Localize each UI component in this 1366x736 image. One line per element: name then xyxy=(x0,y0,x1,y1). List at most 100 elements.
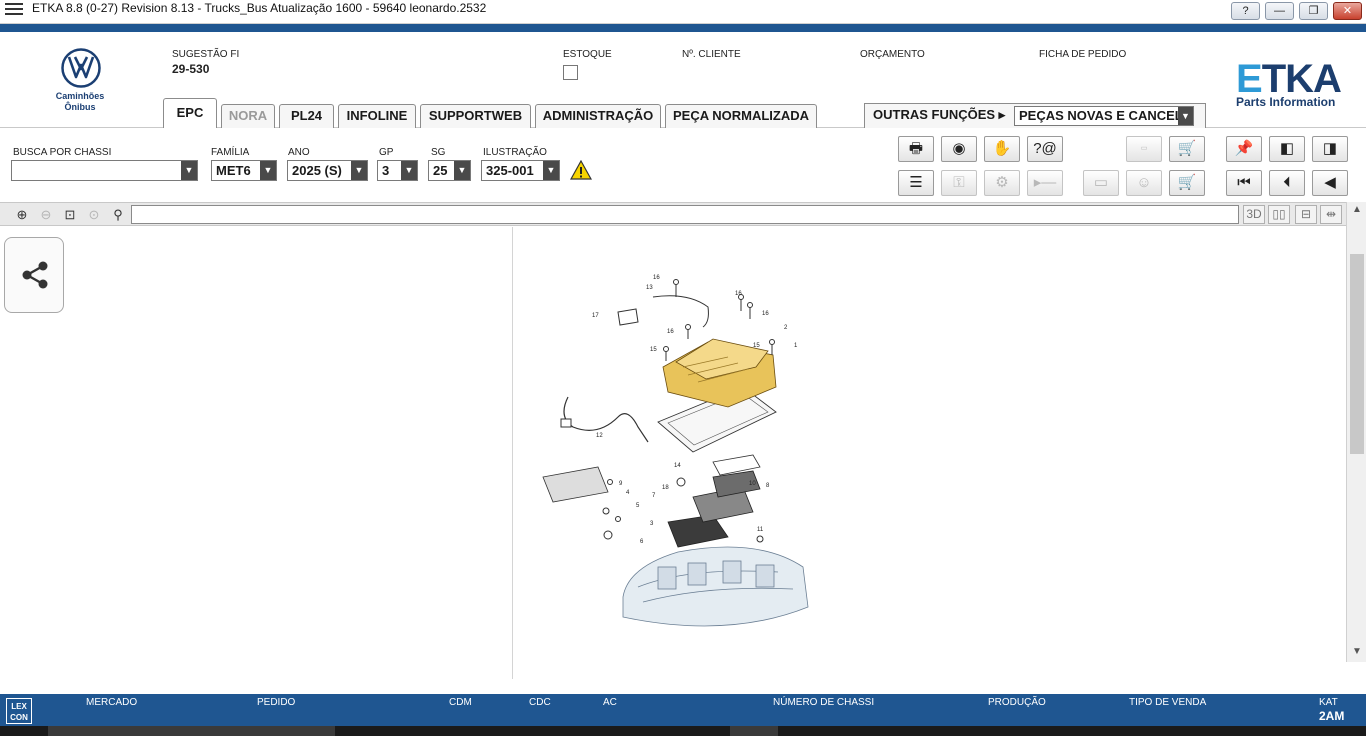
callout-label: 18 xyxy=(662,485,669,491)
tab-pl24[interactable]: PL24 xyxy=(279,104,334,128)
search-input[interactable] xyxy=(131,205,1239,224)
vertical-scrollbar[interactable]: ▲ ▼ xyxy=(1346,202,1366,662)
ilustracao-label: ILUSTRAÇÃO xyxy=(483,147,547,158)
callout-label: 1 xyxy=(794,343,798,349)
pedido-label: PEDIDO xyxy=(257,697,296,708)
chevron-down-icon[interactable]: ▼ xyxy=(260,161,276,180)
help-button[interactable]: ? xyxy=(1231,2,1260,20)
minimize-button[interactable]: — xyxy=(1265,2,1294,20)
magnifier-icon[interactable]: ⚲ xyxy=(108,205,128,224)
tab-epc[interactable]: EPC xyxy=(163,98,217,129)
ano-select[interactable]: 2025 (S) ▼ xyxy=(287,160,368,181)
brand-line-2: Ônibus xyxy=(64,102,96,112)
callout-label: 16 xyxy=(653,275,660,281)
scroll-thumb[interactable] xyxy=(1350,254,1364,454)
cdc-label: CDC xyxy=(529,697,551,708)
menu-icon[interactable] xyxy=(5,3,23,17)
handshake-icon[interactable]: ✋ xyxy=(984,136,1020,162)
tab-infoline[interactable]: INFOLINE xyxy=(338,104,416,128)
resize-icon[interactable]: ⇹ xyxy=(1320,205,1342,224)
cd-icon[interactable]: ◉ xyxy=(941,136,977,162)
pin-icon[interactable]: 📌 xyxy=(1226,136,1262,162)
tab-peca-normalizada[interactable]: PEÇA NORMALIZADA xyxy=(665,104,817,128)
scroll-down-icon[interactable]: ▼ xyxy=(1347,646,1366,662)
other-functions-label[interactable]: OUTRAS FUNÇÕES ▸ xyxy=(873,107,1005,123)
doc-right-icon[interactable]: ◨ xyxy=(1312,136,1348,162)
chevron-down-icon[interactable]: ▼ xyxy=(1178,107,1193,125)
layout-split-icon[interactable]: ⊟ xyxy=(1295,205,1317,224)
zoom-in-icon[interactable]: ⊕ xyxy=(12,205,32,224)
sugestao-value: 29-530 xyxy=(172,62,210,76)
restore-button[interactable]: ❐ xyxy=(1299,2,1328,20)
callout-label: 10 xyxy=(749,481,756,487)
taskbar-item[interactable] xyxy=(730,726,778,736)
tipo-venda-label: TIPO DE VENDA xyxy=(1129,697,1207,708)
chevron-down-icon[interactable]: ▼ xyxy=(543,161,559,180)
zoom-out-icon: ⊖ xyxy=(40,207,52,222)
familia-label: FAMÍLIA xyxy=(211,147,250,158)
cliente-label: Nº. CLIENTE xyxy=(682,49,741,60)
app-window: ETKA 8.8 (0-27) Revision 8.13 - Trucks_B… xyxy=(0,0,1366,736)
tab-nora[interactable]: NORA xyxy=(221,104,275,128)
warning-icon[interactable] xyxy=(570,160,592,180)
first-page-icon[interactable]: ⏮ xyxy=(1226,170,1262,196)
gp-select[interactable]: 3 ▼ xyxy=(377,160,418,181)
kat-value: 2AM xyxy=(1319,709,1345,723)
parts-illustration[interactable]: 16 13 17 16 16 16 2 1 15 15 12 14 10 8 9… xyxy=(528,267,828,647)
sg-select[interactable]: 25 ▼ xyxy=(428,160,471,181)
zoom-reset-icon: ⊙ xyxy=(88,207,100,222)
doc-left-icon[interactable]: ◧ xyxy=(1269,136,1305,162)
list-icon[interactable]: ☰ xyxy=(898,170,934,196)
mercado-label: MERCADO xyxy=(86,697,138,708)
cart-remove-icon[interactable]: 🛒 xyxy=(1169,136,1205,162)
sg-label: SG xyxy=(431,147,446,158)
status-bar: LEX CON MERCADO PEDIDO CDM CDC AC NÚMERO… xyxy=(0,694,1366,726)
zoom-fit-icon[interactable]: ⊡ xyxy=(60,205,80,224)
lexcon-logo[interactable]: LEX CON xyxy=(6,698,32,724)
previous-icon[interactable]: ⏴ xyxy=(1269,170,1305,196)
callout-label: 15 xyxy=(753,343,760,349)
callout-label: 11 xyxy=(757,527,764,533)
callout-label: 13 xyxy=(646,285,653,291)
cdm-label: CDM xyxy=(449,697,472,708)
callout-label: 12 xyxy=(596,433,603,439)
ficha-label: FICHA DE PEDIDO xyxy=(1039,49,1127,60)
tab-supportweb[interactable]: SUPPORTWEB xyxy=(420,104,531,128)
callout-label: 17 xyxy=(592,313,599,319)
scroll-up-icon[interactable]: ▲ xyxy=(1347,204,1366,220)
taskbar xyxy=(0,726,1366,736)
orcamento-label: ORÇAMENTO xyxy=(860,49,925,60)
brand-line-1: Caminhões xyxy=(55,91,105,101)
chevron-down-icon[interactable]: ▼ xyxy=(401,161,417,180)
vw-logo-icon xyxy=(61,48,101,88)
chevron-down-icon[interactable]: ▼ xyxy=(181,161,197,180)
share-button[interactable] xyxy=(4,237,64,313)
tab-administracao[interactable]: ADMINISTRAÇÃO xyxy=(535,104,661,128)
ano-label: ANO xyxy=(288,147,310,158)
zoom-toolbar: ⊕ ⊖ ⊡ ⊙ ⚲ 3D ▯▯ ⊟ ⇹ xyxy=(0,202,1346,226)
other-functions-value: PEÇAS NOVAS E CANCEL. xyxy=(1019,108,1187,123)
cart-icon[interactable]: 🛒 xyxy=(1169,170,1205,196)
chassi-select[interactable]: ▼ xyxy=(11,160,198,181)
chevron-down-icon[interactable]: ▼ xyxy=(351,161,367,180)
callout-label: 16 xyxy=(735,291,742,297)
back-icon[interactable]: ◀ xyxy=(1312,170,1348,196)
familia-select[interactable]: MET6 ▼ xyxy=(211,160,277,181)
close-button[interactable]: ✕ xyxy=(1333,2,1362,20)
ilustracao-select[interactable]: 325-001 ▼ xyxy=(481,160,560,181)
help-email-icon[interactable]: ?@ xyxy=(1027,136,1063,162)
view-toggle-icon[interactable]: ▯▯ xyxy=(1268,205,1290,224)
other-functions-select[interactable]: PEÇAS NOVAS E CANCEL. ▼ xyxy=(1014,106,1194,126)
callout-label: 5 xyxy=(636,503,640,509)
view-3d-button[interactable]: 3D xyxy=(1243,205,1265,224)
panel-divider xyxy=(512,227,513,679)
callout-label: 2 xyxy=(784,325,788,331)
etka-logo-sub: Parts Information xyxy=(1236,95,1336,109)
taskbar-item[interactable] xyxy=(48,726,335,736)
ilustracao-value: 325-001 xyxy=(486,163,534,178)
estoque-checkbox[interactable] xyxy=(563,65,578,80)
estoque-label: ESTOQUE xyxy=(563,49,612,60)
filter-toolbar: BUSCA POR CHASSI ▼ FAMÍLIA MET6 ▼ ANO 20… xyxy=(0,128,1366,200)
print-icon[interactable]: 🖶 xyxy=(898,136,934,162)
chevron-down-icon[interactable]: ▼ xyxy=(454,161,470,180)
